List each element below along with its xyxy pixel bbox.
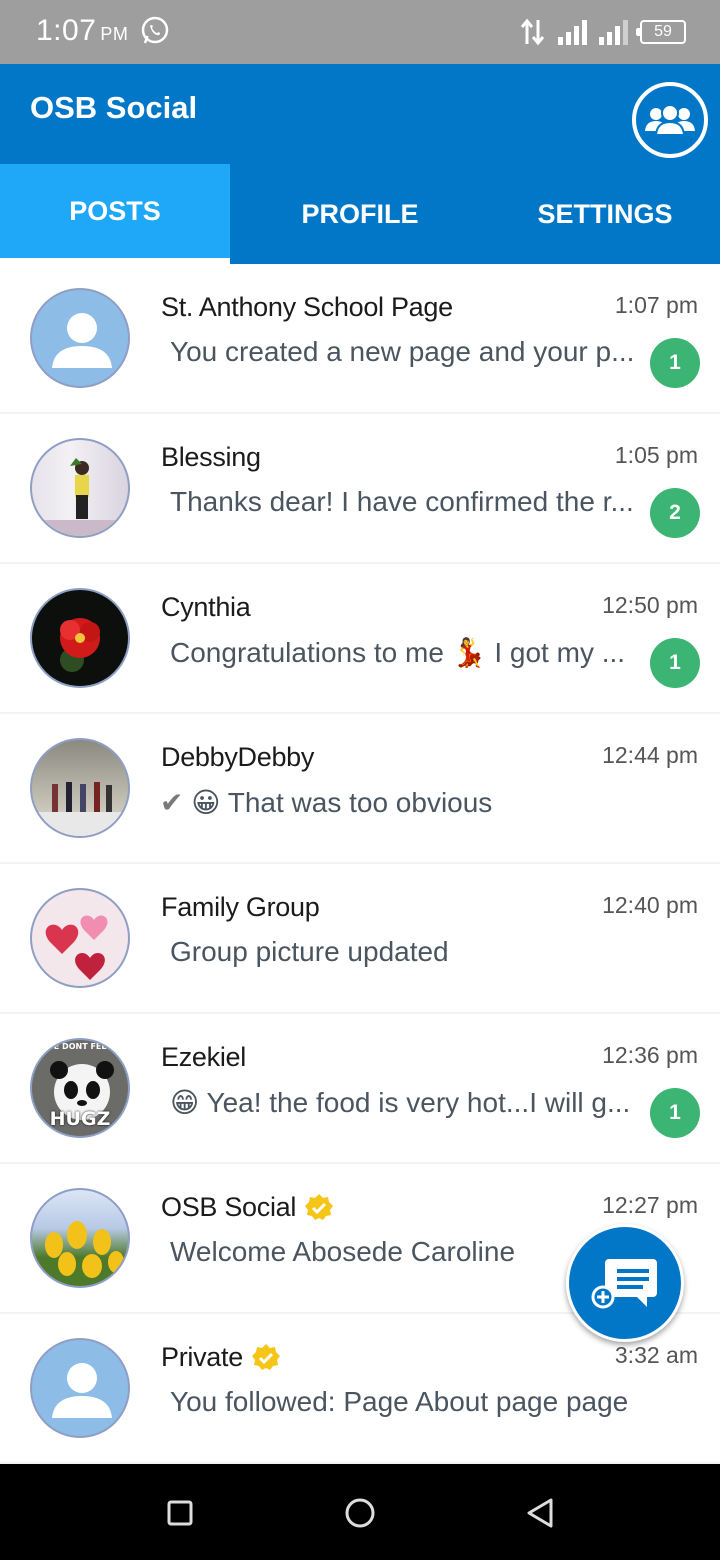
data-arrows-icon xyxy=(520,18,545,46)
chat-preview: Congratulations to me 💃 I got my ... xyxy=(170,637,626,668)
status-bar: 1:07 PM 59 xyxy=(0,0,720,64)
chat-row[interactable]: Cynthia 12:50 pm Congratulations to me 💃… xyxy=(0,564,720,714)
photo-tulips-avatar xyxy=(30,1188,130,1288)
chat-time: 12:27 pm xyxy=(602,1192,698,1218)
status-time: 1:07 PM xyxy=(36,14,129,47)
chat-preview: Thanks dear! I have confirmed the r... xyxy=(170,486,634,517)
chat-time: 12:44 pm xyxy=(602,742,698,768)
tab-settings[interactable]: SETTINGS xyxy=(490,164,720,264)
verified-badge-icon xyxy=(251,1343,280,1370)
chat-time: 12:40 pm xyxy=(602,892,698,918)
tab-profile[interactable]: PROFILE xyxy=(230,164,490,264)
chat-time: 3:32 am xyxy=(614,1342,698,1368)
new-chat-icon xyxy=(591,1259,657,1309)
avatar-caption-top: SE DONT FEEL xyxy=(48,1042,112,1051)
chat-time: 1:07 pm xyxy=(614,292,698,318)
verified-badge-icon xyxy=(305,1193,334,1220)
chat-preview: Group picture updated xyxy=(170,936,449,967)
unread-badge: 1 xyxy=(650,338,700,388)
chat-preview: You created a new page and your p... xyxy=(170,336,635,367)
chat-name: DebbyDebby xyxy=(161,742,315,772)
chat-preview-wrap: ✔ 😀 That was too obvious xyxy=(160,786,680,819)
sent-check-icon: ✔ xyxy=(160,787,184,818)
chat-row[interactable]: Blessing 1:05 pm Thanks dear! I have con… xyxy=(0,414,720,564)
photo-hearts-avatar xyxy=(30,888,130,988)
chat-preview: 😀 That was too obvious xyxy=(191,787,493,818)
chat-name: Cynthia xyxy=(161,592,251,622)
unread-badge: 1 xyxy=(650,1088,700,1138)
chat-name: Blessing xyxy=(161,442,261,472)
chat-name: Private xyxy=(161,1342,281,1373)
photo-panda-avatar: SE DONT FEEL HUGZ xyxy=(30,1038,130,1138)
status-icons: 59 xyxy=(520,14,686,50)
chat-name: St. Anthony School Page xyxy=(161,292,453,322)
chat-time: 1:05 pm xyxy=(614,442,698,468)
signal-icon xyxy=(558,19,587,45)
battery-icon: 59 xyxy=(636,20,686,44)
chat-row[interactable]: SE DONT FEEL HUGZ Ezekiel 12:36 pm 😁 Yea… xyxy=(0,1014,720,1164)
chat-row[interactable]: DebbyDebby 12:44 pm ✔ 😀 That was too obv… xyxy=(0,714,720,864)
chat-name: Ezekiel xyxy=(161,1042,246,1072)
square-icon[interactable] xyxy=(163,1496,197,1530)
chat-name: OSB Social xyxy=(161,1192,334,1223)
unread-badge: 2 xyxy=(650,488,700,538)
circle-icon[interactable] xyxy=(343,1496,377,1530)
tab-bar: POSTS PROFILE SETTINGS xyxy=(0,164,720,264)
photo-woman-avatar xyxy=(30,438,130,538)
whatsapp-icon xyxy=(141,16,169,44)
photo-group-avatar xyxy=(30,738,130,838)
tab-posts[interactable]: POSTS xyxy=(0,164,230,264)
default-avatar xyxy=(30,1338,130,1438)
group-button[interactable] xyxy=(632,82,708,158)
app-title: OSB Social xyxy=(30,90,198,125)
avatar-caption-bottom: HUGZ xyxy=(49,1108,111,1130)
new-chat-button[interactable] xyxy=(566,1224,684,1342)
chat-time: 12:36 pm xyxy=(602,1042,698,1068)
system-nav-bar xyxy=(0,1464,720,1560)
group-icon xyxy=(645,104,695,136)
photo-red-flower-avatar xyxy=(30,588,130,688)
chat-time: 12:50 pm xyxy=(602,592,698,618)
chat-preview: 😁 Yea! the food is very hot...I will g..… xyxy=(170,1087,631,1118)
default-avatar xyxy=(30,288,130,388)
chat-name: Family Group xyxy=(161,892,320,922)
chat-row[interactable]: Family Group 12:40 pm Group picture upda… xyxy=(0,864,720,1014)
app-bar: OSB Social xyxy=(0,64,720,164)
unread-badge: 1 xyxy=(650,638,700,688)
back-triangle-icon[interactable] xyxy=(523,1496,557,1530)
signal-icon-2 xyxy=(599,19,628,45)
chat-preview: You followed: Page About page page xyxy=(170,1386,629,1417)
chat-row[interactable]: St. Anthony School Page 1:07 pm You crea… xyxy=(0,264,720,414)
